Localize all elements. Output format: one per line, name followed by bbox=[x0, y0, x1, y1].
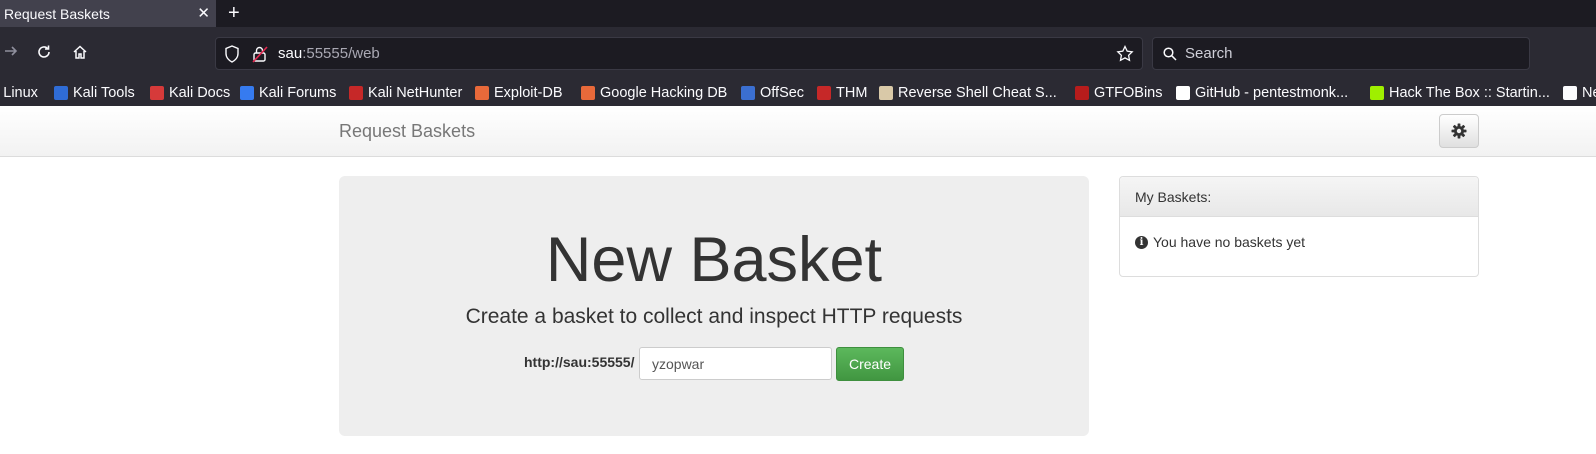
bookmark-label: Google Hacking DB bbox=[600, 85, 728, 101]
bookmark-label: Exploit-DB bbox=[494, 85, 563, 101]
info-icon: i bbox=[1135, 235, 1148, 249]
tab-strip: Request Baskets ✕ + bbox=[0, 0, 1596, 27]
bookmark-label: Ne bbox=[1582, 85, 1596, 101]
bookmark-item[interactable]: Exploit-DB bbox=[475, 80, 563, 106]
bookmark-favicon-icon bbox=[54, 86, 68, 100]
bookmark-favicon-icon bbox=[349, 86, 363, 100]
search-bar[interactable]: Search bbox=[1152, 37, 1530, 70]
bookmark-item[interactable]: GTFOBins bbox=[1075, 80, 1162, 106]
new-basket-jumbotron: New Basket Create a basket to collect an… bbox=[339, 176, 1089, 436]
bookmark-favicon-icon bbox=[581, 86, 595, 100]
bookmark-favicon-icon bbox=[150, 86, 164, 100]
gear-icon bbox=[1451, 123, 1467, 139]
bookmark-favicon-icon bbox=[879, 86, 893, 100]
home-icon[interactable] bbox=[72, 44, 88, 64]
bookmark-item[interactable]: Kali Forums bbox=[240, 80, 336, 106]
basket-name-input[interactable] bbox=[639, 347, 832, 380]
bookmark-favicon-icon bbox=[1075, 86, 1089, 100]
bookmark-favicon-icon bbox=[741, 86, 755, 100]
bookmark-favicon-icon bbox=[1370, 86, 1384, 100]
search-placeholder: Search bbox=[1185, 45, 1233, 62]
bookmark-label: OffSec bbox=[760, 85, 805, 101]
page-subtitle: Create a basket to collect and inspect H… bbox=[465, 305, 963, 328]
bookmark-favicon-icon bbox=[475, 86, 489, 100]
empty-baskets-message: You have no baskets yet bbox=[1153, 234, 1306, 250]
create-basket-button[interactable]: Create bbox=[836, 347, 904, 381]
bookmark-label: Hack The Box :: Startin... bbox=[1389, 85, 1550, 101]
app-navbar: Request Baskets bbox=[0, 106, 1596, 157]
bookmark-label: Kali Forums bbox=[259, 85, 337, 101]
url-host: sau bbox=[278, 45, 303, 62]
bookmark-item[interactable]: i Linux bbox=[0, 80, 38, 106]
close-tab-icon[interactable]: ✕ bbox=[197, 4, 210, 22]
new-tab-icon[interactable]: + bbox=[228, 1, 240, 25]
bookmark-item[interactable]: Google Hacking DB bbox=[581, 80, 727, 106]
bookmark-item[interactable]: Kali Docs bbox=[150, 80, 230, 106]
tracking-protection-shield-icon[interactable] bbox=[224, 45, 240, 68]
bookmark-label: Kali Docs bbox=[169, 85, 231, 101]
bookmark-label: Reverse Shell Cheat S... bbox=[898, 85, 1057, 101]
bookmark-favicon-icon bbox=[817, 86, 831, 100]
bookmark-label: Kali Tools bbox=[73, 85, 135, 101]
bookmark-label: GTFOBins bbox=[1094, 85, 1163, 101]
bookmark-item[interactable]: Reverse Shell Cheat S... bbox=[879, 80, 1057, 106]
reload-icon[interactable] bbox=[36, 44, 52, 64]
bookmark-item[interactable]: Kali Tools bbox=[54, 80, 135, 106]
url-path: :55555/web bbox=[302, 45, 380, 62]
page-content: Request Baskets New Basket Create a bask… bbox=[0, 106, 1596, 454]
bookmark-item[interactable]: OffSec bbox=[741, 80, 804, 106]
app-brand[interactable]: Request Baskets bbox=[339, 121, 475, 142]
bookmark-item[interactable]: Ne bbox=[1563, 80, 1596, 106]
tab-request-baskets[interactable]: Request Baskets ✕ bbox=[0, 0, 216, 27]
bookmark-label: GitHub - pentestmonk... bbox=[1195, 85, 1349, 101]
settings-button[interactable] bbox=[1439, 114, 1479, 148]
search-icon bbox=[1163, 47, 1177, 61]
tab-title: Request Baskets bbox=[4, 5, 110, 22]
my-baskets-heading: My Baskets: bbox=[1120, 177, 1478, 217]
bookmark-favicon-icon bbox=[240, 86, 254, 100]
url-text[interactable]: sau:55555/web bbox=[278, 45, 380, 62]
bookmark-label: THM bbox=[836, 85, 868, 101]
page-title: New Basket bbox=[545, 225, 883, 295]
bookmark-item[interactable]: THM bbox=[817, 80, 867, 106]
my-baskets-body: i You have no baskets yet bbox=[1120, 217, 1478, 267]
bookmark-favicon-icon bbox=[1176, 86, 1190, 100]
bookmark-favicon-icon bbox=[1563, 86, 1577, 100]
forward-icon[interactable] bbox=[4, 44, 18, 62]
bookmark-star-icon[interactable] bbox=[1116, 44, 1134, 68]
bookmark-item[interactable]: Kali NetHunter bbox=[349, 80, 462, 106]
navigation-toolbar: sau:55555/web Search bbox=[0, 27, 1596, 80]
bookmarks-toolbar: i Linux Kali Tools Kali Docs Kali Forums Kal… bbox=[0, 80, 1596, 106]
my-baskets-panel: My Baskets: i You have no baskets yet bbox=[1119, 176, 1479, 277]
bookmark-label: i Linux bbox=[0, 85, 38, 101]
bookmark-item[interactable]: GitHub - pentestmonk... bbox=[1176, 80, 1348, 106]
insecure-lock-icon[interactable] bbox=[252, 45, 268, 68]
address-bar[interactable]: sau:55555/web bbox=[215, 37, 1143, 70]
basket-url-prefix: http://sau:55555/ bbox=[524, 354, 635, 370]
bookmark-label: Kali NetHunter bbox=[368, 85, 463, 101]
bookmark-item[interactable]: Hack The Box :: Startin... bbox=[1370, 80, 1550, 106]
